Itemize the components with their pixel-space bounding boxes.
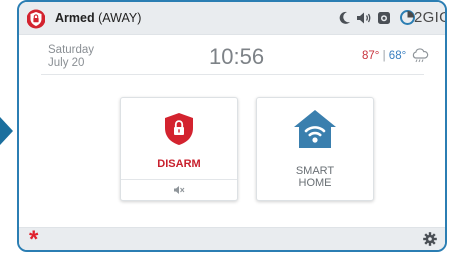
- status-bar: Armed (AWAY) 2GIG: [19, 2, 445, 35]
- speaker-icon[interactable]: [356, 11, 373, 25]
- disarm-button[interactable]: DISARM: [120, 97, 238, 201]
- house-wifi-icon: [294, 110, 336, 148]
- arm-status[interactable]: Armed (AWAY): [55, 11, 141, 25]
- emergency-button[interactable]: *: [29, 226, 38, 250]
- brand-name: 2GIG: [414, 9, 445, 26]
- weather-temps[interactable]: 87° | 68°: [362, 50, 406, 62]
- shield-lock-icon[interactable]: [27, 9, 45, 29]
- callout-arrow: [0, 117, 13, 145]
- arm-state: Armed: [55, 11, 95, 25]
- temp-separator: |: [382, 50, 386, 62]
- temp-high: 87°: [362, 50, 380, 62]
- panel-screen: Armed (AWAY) 2GIG Saturday July 20 10:56…: [17, 0, 447, 252]
- brand-logo: [400, 10, 415, 25]
- smart-home-label-line1: SMART: [295, 165, 335, 177]
- tile-divider: [121, 179, 237, 180]
- disarm-label: DISARM: [157, 158, 201, 170]
- moon-icon[interactable]: [339, 11, 351, 25]
- smart-home-button[interactable]: SMART HOME: [256, 97, 374, 201]
- gear-icon[interactable]: [423, 232, 437, 246]
- clock-time: 10:56: [209, 44, 265, 69]
- shield-lock-icon: [165, 113, 193, 145]
- camera-icon[interactable]: [377, 11, 391, 25]
- smart-home-label-line2: HOME: [298, 177, 332, 189]
- date-day: Saturday: [48, 44, 95, 56]
- speaker-mute-icon[interactable]: [173, 185, 185, 195]
- header-divider: [41, 74, 424, 75]
- temp-low: 68°: [388, 50, 407, 62]
- cloud-rain-icon[interactable]: [411, 48, 429, 64]
- bottom-bar: *: [19, 226, 445, 250]
- smart-home-label: SMART HOME: [257, 165, 373, 189]
- arm-mode: (AWAY): [98, 11, 142, 25]
- date-month-day: July 20: [48, 57, 85, 69]
